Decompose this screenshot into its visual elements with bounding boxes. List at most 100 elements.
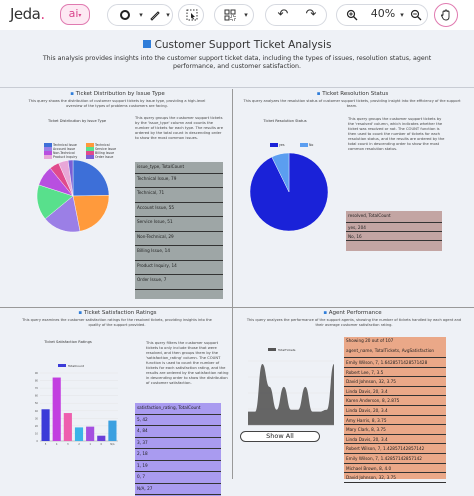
report-title-text: Customer Support Ticket Analysis [154, 39, 332, 51]
chevron-down-icon: ▾ [78, 12, 82, 19]
select-cursor-icon[interactable] [181, 5, 203, 25]
pie-slice [72, 159, 110, 197]
chart-title: Ticket Distribution by Issue Type [47, 119, 107, 123]
x-tick-label: 1 [89, 442, 91, 446]
result-row: Michael Brown, 8, 4.0 [344, 464, 446, 474]
divider [0, 87, 474, 88]
panel-title-text: Ticket Distribution by Issue Type [75, 91, 165, 97]
redo-icon[interactable]: ↷ [300, 5, 322, 25]
zoom-out-icon[interactable] [405, 5, 427, 25]
result-row: Order Issue, 7 [135, 275, 223, 290]
area-series [248, 364, 334, 425]
top-toolbar: Jeda. ai▾ ▾ ▾ ▾ ↶ ↷ ▾ 40% [0, 0, 474, 30]
result-row: Technical Issue, 79 [135, 174, 223, 188]
result-count: Showing 20 out of 107 [346, 338, 394, 343]
jeda-logo[interactable]: Jeda. [10, 5, 45, 23]
legend-label: TotalCount [67, 364, 85, 368]
chart-icon: ▪ [78, 310, 83, 316]
y-tick-label: 60 [35, 394, 39, 398]
y-tick-label: 20 [35, 424, 39, 428]
chart-title: Ticket Resolution Status [263, 119, 307, 123]
result-row: Account Issue, 55 [135, 203, 223, 217]
zoom-level[interactable]: 40% [368, 4, 398, 24]
result-row: N/A, 27 [135, 484, 221, 495]
chart-legend: Technical Issue TechnicalAccount Issue Ser… [44, 143, 128, 159]
y-tick-label: 80 [35, 379, 39, 383]
history-group: ↶ ↷ [265, 4, 327, 26]
agent-area-chart: TotalTickets [248, 348, 334, 426]
legend-item[interactable]: yes [270, 143, 300, 147]
result-row: Linda Davis, 20, 3.4 [344, 387, 446, 397]
y-tick-label: 90 [35, 371, 39, 375]
resolution-pie-chart [249, 152, 329, 232]
chevron-down-icon[interactable]: ▾ [235, 5, 257, 25]
legend-swatch [268, 348, 276, 351]
x-tick-label: 4 [56, 442, 58, 446]
x-tick-label: N/A [110, 442, 115, 446]
x-tick-label: 5 [45, 442, 47, 446]
result-row: Emily Wilson, 7, 1.42857142857142 [344, 454, 446, 464]
bar [86, 426, 95, 441]
result-row: David Johnson, 32, 3.75 [344, 377, 446, 387]
draw-tools-group: ▾ ▾ [107, 4, 173, 26]
ai-button[interactable]: ai▾ [60, 4, 90, 25]
bar [63, 413, 72, 441]
result-row: Karen Anderson, 8, 2.875 [344, 396, 446, 406]
bar [97, 435, 106, 441]
result-row: 3, 37 [135, 438, 221, 449]
result-row: 5, 42 [135, 415, 221, 426]
logo-dot: . [40, 5, 45, 23]
report-subtitle: This analysis provides insights into the… [42, 55, 432, 70]
result-row: Mary Clark, 8, 3.75 [344, 425, 446, 435]
undo-icon[interactable]: ↶ [272, 5, 294, 25]
divider [0, 307, 474, 308]
result-table-satisfaction: satisfaction_rating, TotalCount 5, 42 4, … [135, 403, 221, 496]
panel-title-text: Agent Performance [328, 310, 382, 316]
query-explanation: This query filters the customer support … [146, 341, 229, 385]
x-tick-label: 0 [100, 442, 102, 446]
result-header: agent_name, TotalTickets, AvgSatisfactio… [344, 346, 446, 358]
result-header: resolved, TotalCount [346, 211, 442, 223]
panel-desc-issue-type: This query shows the distribution of cus… [28, 99, 206, 108]
bar [41, 409, 50, 441]
result-row: No, 16 [346, 232, 442, 241]
result-row: Robert Lee, 7, 3.5 [344, 368, 446, 378]
y-tick-label: 10 [35, 431, 39, 435]
y-tick-label: 30 [35, 416, 39, 420]
report-canvas[interactable]: Customer Support Ticket Analysis This an… [0, 31, 474, 496]
y-tick-label: 50 [35, 401, 39, 405]
result-row: David Johnson, 32, 3.75 [344, 473, 446, 483]
result-row: Technical, 71 [135, 188, 223, 203]
result-row: Amy Harris, 8, 3.75 [344, 416, 446, 426]
chart-icon [142, 40, 151, 48]
hand-pan-icon[interactable] [434, 3, 458, 27]
chart-icon: ▪ [70, 91, 74, 97]
x-tick-label: 3 [67, 442, 69, 446]
panel-title-issue-type: ▪ Ticket Distribution by Issue Type [10, 91, 225, 97]
result-row: Non-Technical, 29 [135, 232, 223, 246]
result-row: yes, 204 [346, 223, 442, 232]
satisfaction-bar-chart: 0102030405060708090TotalCount5 4 3 2 1 0 N/A [35, 364, 118, 446]
divider [232, 89, 233, 479]
legend-label: TotalTickets [277, 348, 296, 352]
query-explanation: This query groups the customer support t… [135, 116, 224, 140]
legend-label: No [309, 143, 314, 147]
result-row: Emily Wilson, 7, 1.6428571428571428 [344, 358, 446, 368]
legend-item[interactable]: No [300, 143, 330, 147]
bar [108, 420, 117, 441]
select-tool-group [178, 4, 204, 26]
result-row: 0, 7 [135, 472, 221, 484]
result-row: Billing Issue, 14 [135, 246, 223, 261]
result-table-issue-type: issue_type, TotalCount Technical Issue, … [135, 162, 223, 299]
result-row: 2, 18 [135, 449, 221, 461]
panel-desc-resolution: This query analyzes the resolution statu… [243, 99, 461, 108]
result-header: satisfaction_rating, TotalCount [135, 403, 221, 415]
chevron-down-icon[interactable]: ▾ [157, 5, 179, 25]
panel-title-text: Ticket Satisfaction Ratings [83, 310, 157, 316]
issue-type-pie-chart [36, 159, 110, 233]
layout-tool-group: ▾ [214, 4, 254, 26]
zoom-in-icon[interactable] [341, 5, 363, 25]
show-all-button[interactable]: Show All [240, 431, 320, 442]
result-table-agent: Showing 20 out of 107 agent_name, TotalT… [344, 337, 446, 483]
result-row: Linda Davis, 20, 3.4 [344, 406, 446, 416]
